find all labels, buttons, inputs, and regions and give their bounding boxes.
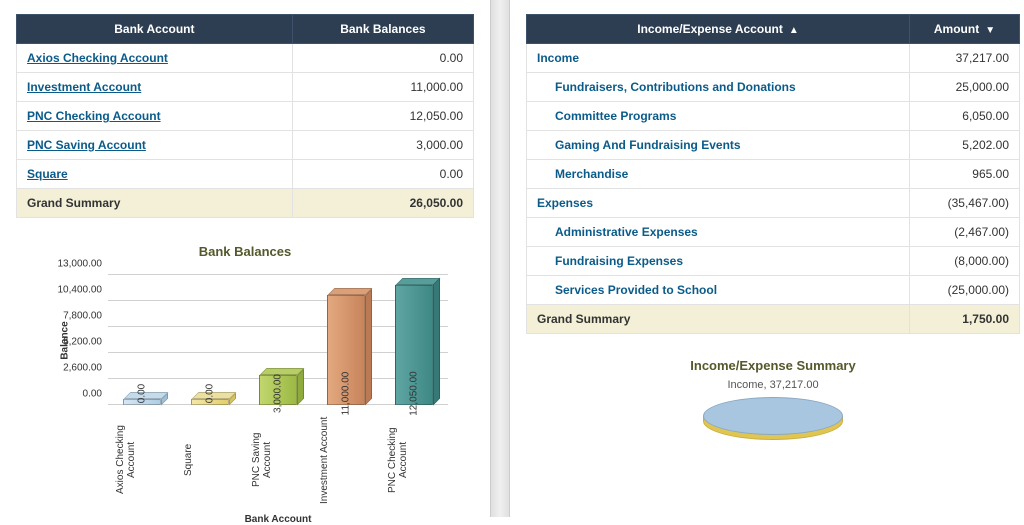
amount-cell: 965.00 [910, 160, 1020, 189]
x-tick-label: PNC Checking Account [387, 415, 441, 505]
bar: 0.00 [191, 399, 229, 405]
y-tick-label: 7,800.00 [63, 311, 102, 322]
subcategory-label[interactable]: Gaming And Fundraising Events [527, 131, 910, 160]
balance-cell: 0.00 [292, 160, 473, 189]
amount-cell: (2,467.00) [910, 218, 1020, 247]
x-tick-label: Axios Checking Account [115, 415, 169, 505]
table-row: PNC Saving Account 3,000.00 [17, 131, 474, 160]
amount-cell: (8,000.00) [910, 247, 1020, 276]
amount-cell: 5,202.00 [910, 131, 1020, 160]
summary-label: Grand Summary [527, 305, 910, 334]
bar: 11,000.00 [327, 295, 365, 405]
amount-cell: 6,050.00 [910, 102, 1020, 131]
col-bank-account[interactable]: Bank Account [17, 15, 293, 44]
y-tick-label: 5,200.00 [63, 337, 102, 348]
subcategory-row: Merchandise965.00 [527, 160, 1020, 189]
balance-cell: 11,000.00 [292, 73, 473, 102]
x-tick-label: PNC Saving Account [251, 415, 305, 505]
col-amount[interactable]: Amount [910, 15, 1020, 44]
balance-cell: 3,000.00 [292, 131, 473, 160]
pie-slice-label: Income, 37,217.00 [526, 379, 1020, 391]
subcategory-label[interactable]: Fundraising Expenses [527, 247, 910, 276]
subcategory-row: Fundraising Expenses(8,000.00) [527, 247, 1020, 276]
table-row: Investment Account 11,000.00 [17, 73, 474, 102]
table-row: Axios Checking Account 0.00 [17, 44, 474, 73]
panel-divider[interactable] [490, 0, 510, 517]
subcategory-row: Gaming And Fundraising Events5,202.00 [527, 131, 1020, 160]
bar-value-label: 0.00 [205, 384, 216, 403]
col-income-expense-account[interactable]: Income/Expense Account [527, 15, 910, 44]
table-row: Square 0.00 [17, 160, 474, 189]
chart-title: Bank Balances [16, 244, 474, 259]
bar-value-label: 12,050.00 [409, 371, 420, 416]
y-tick-label: 13,000.00 [58, 259, 103, 270]
subcategory-row: Services Provided to School(25,000.00) [527, 276, 1020, 305]
ie-summary-row: Grand Summary 1,750.00 [527, 305, 1020, 334]
subcategory-label[interactable]: Services Provided to School [527, 276, 910, 305]
balance-cell: 0.00 [292, 44, 473, 73]
chart-title: Income/Expense Summary [526, 358, 1020, 373]
bar-value-label: 0.00 [137, 384, 148, 403]
amount-cell: (35,467.00) [910, 189, 1020, 218]
category-row: Expenses(35,467.00) [527, 189, 1020, 218]
category-label[interactable]: Income [527, 44, 910, 73]
account-link[interactable]: PNC Saving Account [27, 138, 146, 152]
account-link[interactable]: PNC Checking Account [27, 109, 161, 123]
summary-value: 1,750.00 [910, 305, 1020, 334]
summary-value: 26,050.00 [292, 189, 473, 218]
income-expense-chart: Income/Expense Summary Income, 37,217.00 [526, 358, 1020, 445]
y-tick-label: 2,600.00 [63, 363, 102, 374]
bank-summary-row: Grand Summary 26,050.00 [17, 189, 474, 218]
account-link[interactable]: Axios Checking Account [27, 51, 168, 65]
subcategory-row: Administrative Expenses(2,467.00) [527, 218, 1020, 247]
bank-balances-chart: Bank Balances Balance 0.002,600.005,200.… [16, 244, 474, 525]
category-label[interactable]: Expenses [527, 189, 910, 218]
bar: 12,050.00 [395, 285, 433, 406]
x-axis-label: Bank Account [108, 514, 448, 525]
y-tick-label: 0.00 [83, 389, 102, 400]
pie-graphic [703, 397, 843, 445]
y-tick-label: 10,400.00 [58, 285, 103, 296]
category-row: Income37,217.00 [527, 44, 1020, 73]
subcategory-row: Fundraisers, Contributions and Donations… [527, 73, 1020, 102]
bar-value-label: 11,000.00 [341, 372, 352, 416]
subcategory-row: Committee Programs6,050.00 [527, 102, 1020, 131]
account-link[interactable]: Square [27, 167, 68, 181]
x-tick-label: Square [183, 415, 237, 505]
amount-cell: 25,000.00 [910, 73, 1020, 102]
subcategory-label[interactable]: Fundraisers, Contributions and Donations [527, 73, 910, 102]
account-link[interactable]: Investment Account [27, 80, 141, 94]
amount-cell: (25,000.00) [910, 276, 1020, 305]
balance-cell: 12,050.00 [292, 102, 473, 131]
income-expense-table: Income/Expense Account Amount Income37,2… [526, 14, 1020, 334]
bar: 3,000.00 [259, 375, 297, 405]
summary-label: Grand Summary [17, 189, 293, 218]
amount-cell: 37,217.00 [910, 44, 1020, 73]
col-bank-balances[interactable]: Bank Balances [292, 15, 473, 44]
subcategory-label[interactable]: Committee Programs [527, 102, 910, 131]
subcategory-label[interactable]: Administrative Expenses [527, 218, 910, 247]
x-tick-label: Investment Account [319, 415, 373, 505]
subcategory-label[interactable]: Merchandise [527, 160, 910, 189]
table-row: PNC Checking Account 12,050.00 [17, 102, 474, 131]
bar-value-label: 3,000.00 [273, 374, 284, 413]
bank-account-table: Bank Account Bank Balances Axios Checkin… [16, 14, 474, 218]
bar: 0.00 [123, 399, 161, 405]
